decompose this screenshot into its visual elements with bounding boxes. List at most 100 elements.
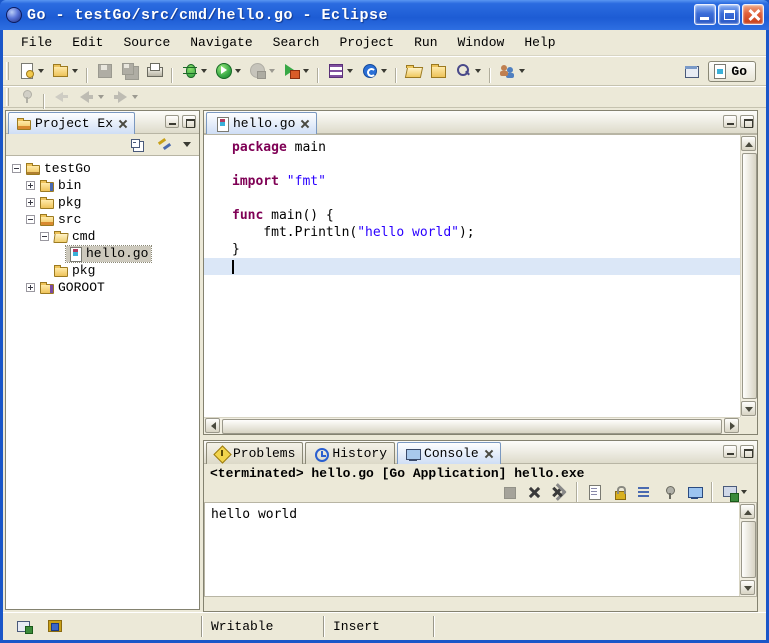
toolbar-grip[interactable] [6,88,9,106]
code-line-8[interactable] [204,258,740,275]
scroll-lock-button[interactable] [608,481,631,504]
dropdown-arrow-icon[interactable] [201,69,207,73]
tree-item-src[interactable]: src [6,211,199,228]
tab-project-explorer[interactable]: Project Ex [8,112,135,134]
go-perspective-button[interactable]: Go [708,61,756,82]
pin-console-button[interactable] [658,481,681,504]
tree-item-goroot[interactable]: GOROOT [6,279,199,296]
dropdown-arrow-icon[interactable] [303,69,309,73]
maximize-view-button[interactable] [740,115,754,128]
tab-problems[interactable]: Problems [206,442,303,464]
tree-item-bin[interactable]: bin [6,177,199,194]
new-go-element-button[interactable] [324,59,356,82]
tree-expander-icon[interactable] [26,198,35,207]
dropdown-arrow-icon[interactable] [72,69,78,73]
dropdown-arrow-icon[interactable] [132,95,138,99]
code-line-7[interactable]: } [204,241,740,258]
menu-file[interactable]: File [11,32,62,53]
tree-expander-icon[interactable] [40,232,49,241]
tab-console[interactable]: Console [397,442,501,464]
run-button[interactable] [212,59,244,82]
launch-status-button[interactable] [43,615,66,638]
menu-source[interactable]: Source [113,32,180,53]
menu-help[interactable]: Help [514,32,565,53]
close-icon[interactable] [484,449,493,458]
dropdown-arrow-icon[interactable] [519,69,525,73]
close-icon[interactable] [118,119,127,128]
tab-hello-go[interactable]: hello.go [206,112,317,134]
scroll-left-button[interactable] [205,418,220,433]
open-resource-button[interactable] [402,59,425,82]
minimize-view-button[interactable] [165,115,179,128]
dropdown-arrow-icon[interactable] [269,69,275,73]
close-icon[interactable] [300,119,309,128]
team-button[interactable] [496,59,528,82]
scroll-down-button[interactable] [740,580,755,595]
dropdown-arrow-icon[interactable] [98,95,104,99]
fast-view-button[interactable] [12,615,35,638]
dropdown-arrow-icon[interactable] [381,69,387,73]
new-wizard-button[interactable] [15,59,47,82]
debug-button[interactable] [178,59,210,82]
scrollbar-thumb[interactable] [741,521,756,578]
menu-project[interactable]: Project [329,32,404,53]
maximize-button[interactable] [718,4,740,25]
tree-expander-icon[interactable] [12,164,21,173]
tree-item-pkg[interactable]: pkg [6,262,199,279]
close-button[interactable] [742,4,764,25]
display-selected-console-button[interactable] [683,481,706,504]
collapse-all-button[interactable] [126,133,149,156]
title-bar[interactable]: Go - testGo/src/cmd/hello.go - Eclipse [0,0,769,30]
open-perspective-button[interactable] [680,60,703,83]
dropdown-arrow-icon[interactable] [38,69,44,73]
scrollbar-thumb[interactable] [222,419,722,434]
toolbar-grip[interactable] [6,62,9,80]
view-menu-icon[interactable] [183,142,191,147]
menu-search[interactable]: Search [263,32,330,53]
code-line-4[interactable] [204,190,740,207]
clear-console-button[interactable] [583,481,606,504]
code-line-2[interactable] [204,156,740,173]
console-output-area[interactable]: hello world [204,502,757,597]
print-button[interactable] [143,59,166,82]
scroll-up-button[interactable] [741,136,756,151]
tree-item-cmd[interactable]: cmd [6,228,199,245]
scroll-up-button[interactable] [740,504,755,519]
menu-run[interactable]: Run [404,32,447,53]
editor-vertical-scrollbar[interactable] [740,135,757,417]
code-line-5[interactable]: func main() { [204,207,740,224]
open-project-button[interactable] [427,59,450,82]
tree-expander-icon[interactable] [26,181,35,190]
link-with-editor-button[interactable] [153,133,176,156]
code-line-1[interactable]: package main [204,139,740,156]
minimize-view-button[interactable] [723,115,737,128]
console-vertical-scrollbar[interactable] [739,503,756,596]
tree-item-hello-go[interactable]: hello.go [6,245,199,262]
code-line-3[interactable]: import "fmt" [204,173,740,190]
menu-navigate[interactable]: Navigate [180,32,262,53]
goclipse-button[interactable] [358,59,390,82]
open-console-button[interactable] [718,481,750,504]
external-tools-button[interactable] [280,59,312,82]
tree-expander-icon[interactable] [26,215,35,224]
dropdown-arrow-icon[interactable] [475,69,481,73]
minimize-view-button[interactable] [723,445,737,458]
search-button[interactable] [452,59,484,82]
word-wrap-button[interactable] [633,481,656,504]
tree-expander-icon[interactable] [26,283,35,292]
tree-item-pkg[interactable]: pkg [6,194,199,211]
scroll-down-button[interactable] [741,401,756,416]
maximize-view-button[interactable] [182,115,196,128]
tab-history[interactable]: History [305,442,395,464]
editor-code[interactable]: package main import "fmt" func main() { … [204,135,740,417]
scrollbar-thumb[interactable] [742,153,757,399]
dropdown-arrow-icon[interactable] [235,69,241,73]
minimize-button[interactable] [694,4,716,25]
tree-item-testgo[interactable]: testGo [6,160,199,177]
maximize-view-button[interactable] [740,445,754,458]
code-line-6[interactable]: fmt.Println("hello world"); [204,224,740,241]
menu-edit[interactable]: Edit [62,32,113,53]
dropdown-arrow-icon[interactable] [347,69,353,73]
new-folder-button[interactable] [49,59,81,82]
remove-launch-button[interactable] [523,481,546,504]
